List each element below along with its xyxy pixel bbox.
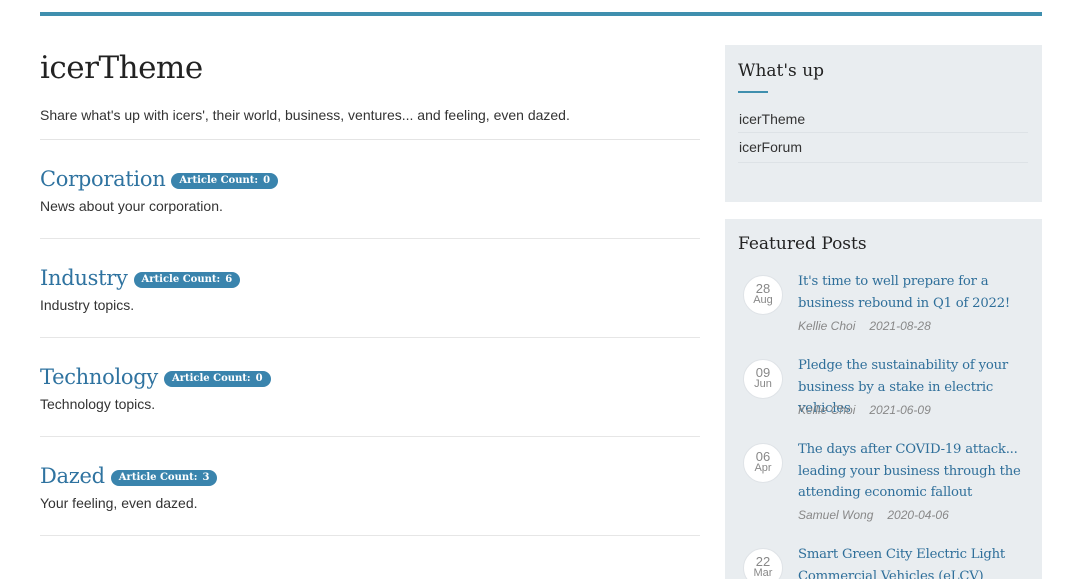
title-underline — [738, 91, 768, 93]
post-title-link[interactable]: Smart Green City Electric Light Commerci… — [798, 544, 1034, 579]
category-item: Corporation Article Count: 0 News about … — [40, 140, 700, 239]
date-badge: 06 Apr — [743, 443, 783, 483]
widget-title: Featured Posts — [738, 234, 867, 254]
post-meta: Kellie Choi 2021-06-09 — [798, 403, 931, 417]
badge-count: 3 — [202, 471, 210, 483]
category-item: Dazed Article Count: 3 Your feeling, eve… — [40, 437, 700, 536]
category-link[interactable]: Corporation — [40, 166, 166, 192]
post-meta: Samuel Wong 2020-04-06 — [798, 508, 949, 522]
main-content: icerTheme Share what's up with icers', t… — [40, 46, 700, 536]
category-description: News about your corporation. — [40, 198, 223, 214]
post-date: 2021-08-28 — [869, 319, 931, 333]
date-badge: 22 Mar — [743, 548, 783, 579]
post-author: Kellie Choi — [798, 403, 856, 417]
post-author: Samuel Wong — [798, 508, 874, 522]
article-count-badge: Article Count: 0 — [171, 172, 279, 189]
badge-label: Article Count: — [118, 471, 198, 483]
list-item: icerTheme — [738, 112, 1028, 133]
category-item: Technology Article Count: 0 Technology t… — [40, 338, 700, 437]
whats-up-links: icerTheme icerForum — [738, 112, 1028, 163]
badge-label: Article Count: — [141, 273, 221, 285]
badge-label: Article Count: — [171, 372, 251, 384]
badge-count: 0 — [263, 174, 271, 186]
date-month: Jun — [754, 378, 772, 390]
post-title-link[interactable]: The days after COVID-19 attack... leadin… — [798, 439, 1034, 504]
featured-posts-widget: Featured Posts 28 Aug It's time to well … — [725, 219, 1042, 579]
badge-count: 0 — [255, 372, 263, 384]
post-author: Kellie Choi — [798, 319, 856, 333]
article-count-badge: Article Count: 6 — [133, 271, 241, 288]
date-month: Mar — [753, 567, 773, 579]
article-count-badge: Article Count: 3 — [110, 469, 218, 486]
widget-title: What's up — [738, 61, 825, 81]
badge-count: 6 — [225, 273, 233, 285]
post-date: 2020-04-06 — [887, 508, 949, 522]
sidebar-link[interactable]: icerForum — [739, 139, 802, 155]
category-description: Technology topics. — [40, 396, 156, 412]
sidebar-link[interactable]: icerTheme — [739, 111, 805, 127]
site-title[interactable]: icerTheme — [40, 50, 700, 86]
date-month: Apr — [754, 462, 772, 474]
category-link[interactable]: Dazed — [40, 463, 105, 489]
site-description: Share what's up with icers', their world… — [40, 107, 570, 123]
badge-label: Article Count: — [179, 174, 259, 186]
category-description: Industry topics. — [40, 297, 135, 313]
category-link[interactable]: Industry — [40, 265, 128, 291]
category-item: Industry Article Count: 6 Industry topic… — [40, 239, 700, 338]
category-link[interactable]: Technology — [40, 364, 158, 390]
post-date: 2021-06-09 — [869, 403, 931, 417]
category-description: Your feeling, even dazed. — [40, 495, 198, 511]
post-title-link[interactable]: It's time to well prepare for a business… — [798, 271, 1034, 314]
post-meta: Kellie Choi 2021-08-28 — [798, 319, 931, 333]
list-item: icerForum — [738, 133, 1028, 163]
article-count-badge: Article Count: 0 — [163, 370, 271, 387]
date-badge: 28 Aug — [743, 275, 783, 315]
whats-up-widget: What's up icerTheme icerForum — [725, 45, 1042, 202]
date-badge: 09 Jun — [743, 359, 783, 399]
date-month: Aug — [753, 294, 773, 306]
top-accent-bar — [40, 12, 1042, 16]
